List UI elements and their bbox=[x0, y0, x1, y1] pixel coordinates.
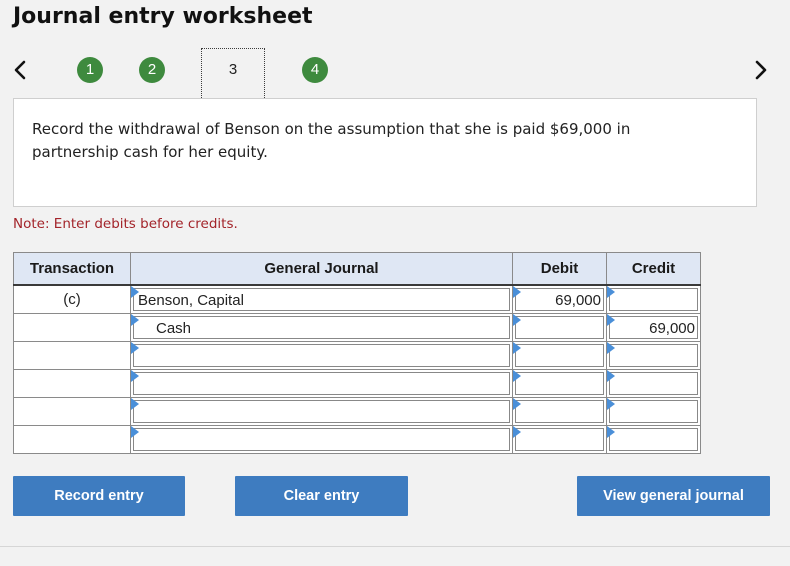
account-cell: Benson, Capital bbox=[130, 284, 513, 314]
step-1-button[interactable]: 1 bbox=[77, 57, 103, 83]
next-button[interactable] bbox=[750, 56, 772, 84]
table-row bbox=[13, 369, 701, 398]
credit-input[interactable] bbox=[609, 428, 698, 451]
chevron-right-icon bbox=[755, 60, 767, 80]
account-input[interactable]: Cash bbox=[133, 316, 510, 339]
transaction-cell bbox=[13, 425, 131, 454]
debit-input[interactable] bbox=[515, 428, 604, 451]
chevron-left-icon bbox=[14, 60, 26, 80]
table-header-row: Transaction General Journal Debit Credit bbox=[13, 252, 701, 286]
account-cell bbox=[130, 341, 513, 370]
debit-input[interactable]: 69,000 bbox=[515, 288, 604, 311]
account-cell: Cash bbox=[130, 313, 513, 342]
debit-cell bbox=[512, 397, 607, 426]
account-input[interactable] bbox=[133, 400, 510, 423]
credit-cell bbox=[606, 425, 701, 454]
page-title: Journal entry worksheet bbox=[13, 4, 313, 29]
previous-button[interactable] bbox=[9, 56, 31, 84]
journal-table: Transaction General Journal Debit Credit… bbox=[13, 252, 701, 454]
debit-input[interactable] bbox=[515, 316, 604, 339]
credit-input[interactable] bbox=[609, 400, 698, 423]
table-row bbox=[13, 397, 701, 426]
credit-cell bbox=[606, 341, 701, 370]
account-cell bbox=[130, 425, 513, 454]
account-cell bbox=[130, 397, 513, 426]
table-row bbox=[13, 341, 701, 370]
divider bbox=[0, 546, 790, 547]
credit-cell bbox=[606, 284, 701, 314]
account-input[interactable] bbox=[133, 428, 510, 451]
step-4-button[interactable]: 4 bbox=[302, 57, 328, 83]
debit-input[interactable] bbox=[515, 400, 604, 423]
account-input[interactable] bbox=[133, 372, 510, 395]
table-row bbox=[13, 425, 701, 454]
header-credit: Credit bbox=[606, 252, 701, 286]
transaction-cell: (c) bbox=[13, 284, 131, 314]
clear-entry-button[interactable]: Clear entry bbox=[235, 476, 408, 516]
credit-cell bbox=[606, 397, 701, 426]
debit-input[interactable] bbox=[515, 372, 604, 395]
record-entry-button[interactable]: Record entry bbox=[13, 476, 185, 516]
credit-cell bbox=[606, 369, 701, 398]
transaction-cell bbox=[13, 341, 131, 370]
debit-cell: 69,000 bbox=[512, 284, 607, 314]
table-row: Cash 69,000 bbox=[13, 313, 701, 342]
header-general-journal: General Journal bbox=[130, 252, 513, 286]
view-general-journal-button[interactable]: View general journal bbox=[577, 476, 770, 516]
account-input[interactable] bbox=[133, 344, 510, 367]
prompt-panel: Record the withdrawal of Benson on the a… bbox=[13, 98, 757, 207]
credit-input[interactable] bbox=[609, 344, 698, 367]
credit-input[interactable] bbox=[609, 372, 698, 395]
header-debit: Debit bbox=[512, 252, 607, 286]
debit-cell bbox=[512, 425, 607, 454]
header-transaction: Transaction bbox=[13, 252, 131, 286]
table-row: (c) Benson, Capital 69,000 bbox=[13, 284, 701, 314]
credit-input[interactable] bbox=[609, 288, 698, 311]
debit-cell bbox=[512, 369, 607, 398]
prompt-text: Record the withdrawal of Benson on the a… bbox=[32, 120, 631, 161]
credit-input[interactable]: 69,000 bbox=[609, 316, 698, 339]
transaction-cell bbox=[13, 313, 131, 342]
step-3-button-current[interactable]: 3 bbox=[201, 48, 265, 100]
transaction-cell bbox=[13, 397, 131, 426]
account-cell bbox=[130, 369, 513, 398]
transaction-cell bbox=[13, 369, 131, 398]
debit-cell bbox=[512, 341, 607, 370]
debit-input[interactable] bbox=[515, 344, 604, 367]
credit-cell: 69,000 bbox=[606, 313, 701, 342]
step-2-button[interactable]: 2 bbox=[139, 57, 165, 83]
debit-cell bbox=[512, 313, 607, 342]
account-input[interactable]: Benson, Capital bbox=[133, 288, 510, 311]
instruction-note: Note: Enter debits before credits. bbox=[13, 216, 238, 232]
